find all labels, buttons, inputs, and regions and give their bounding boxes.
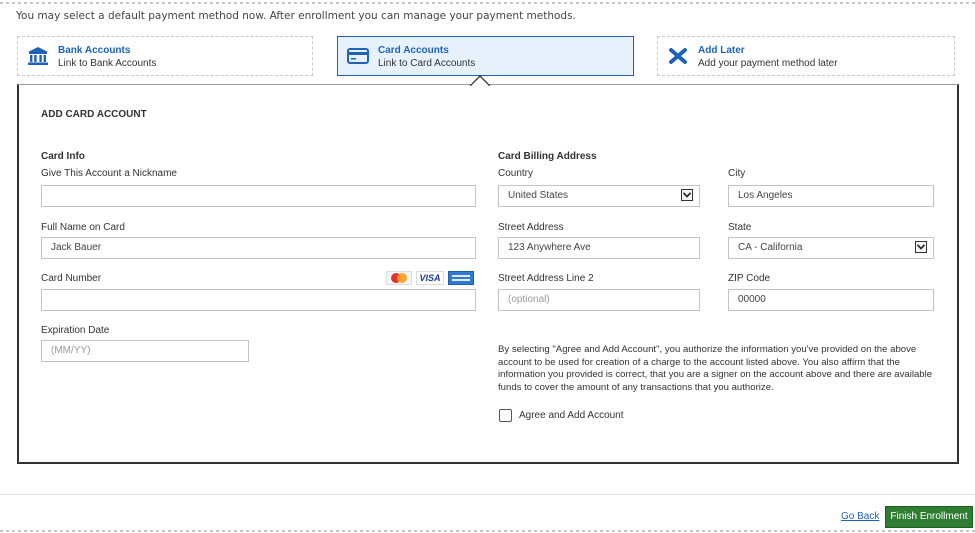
option-add-later[interactable]: Add Later Add your payment method later <box>657 36 955 76</box>
street2-input[interactable]: (optional) <box>498 289 700 311</box>
bank-icon <box>27 46 49 66</box>
zip-label: ZIP Code <box>728 273 771 284</box>
footer-divider <box>0 494 975 495</box>
cardnumber-label: Card Number <box>41 273 102 284</box>
street2-label: Street Address Line 2 <box>498 273 594 284</box>
close-x-icon <box>667 46 689 66</box>
nickname-label: Give This Account a Nickname <box>41 168 177 179</box>
state-select[interactable]: CA - California <box>728 237 934 259</box>
expiration-input[interactable]: (MM/YY) <box>41 340 249 362</box>
mastercard-icon <box>386 271 412 285</box>
country-label: Country <box>498 168 534 179</box>
option-title: Card Accounts <box>378 45 449 56</box>
state-value: CA - California <box>738 242 803 253</box>
country-select[interactable]: United States <box>498 185 700 207</box>
option-title: Bank Accounts <box>58 45 131 56</box>
option-title: Add Later <box>698 45 745 56</box>
option-subtitle: Add your payment method later <box>698 58 838 69</box>
bottom-dotted-divider <box>0 530 975 532</box>
chevron-down-icon[interactable] <box>681 189 693 201</box>
fullname-input[interactable]: Jack Bauer <box>41 237 476 259</box>
authorization-text: By selecting "Agree and Add Account", yo… <box>498 344 933 393</box>
top-dotted-divider <box>0 2 975 4</box>
chevron-down-icon[interactable] <box>915 241 927 253</box>
country-value: United States <box>508 190 569 201</box>
billing-heading: Card Billing Address <box>498 151 597 162</box>
street-input[interactable]: 123 Anywhere Ave <box>498 237 700 259</box>
card-info-heading: Card Info <box>41 151 85 162</box>
selection-caret <box>470 75 490 86</box>
option-card-accounts[interactable]: Card Accounts Link to Card Accounts <box>337 36 634 76</box>
finish-enrollment-button[interactable]: Finish Enrollment <box>885 506 973 528</box>
section-title: ADD CARD ACCOUNT <box>41 109 147 120</box>
cardnumber-input[interactable] <box>41 289 476 311</box>
intro-text: You may select a default payment method … <box>16 10 576 22</box>
card-icon <box>347 46 369 66</box>
option-subtitle: Link to Card Accounts <box>378 58 476 69</box>
agree-checkbox[interactable] <box>499 409 512 422</box>
option-subtitle: Link to Bank Accounts <box>58 58 157 69</box>
option-bank-accounts[interactable]: Bank Accounts Link to Bank Accounts <box>17 36 313 76</box>
go-back-link[interactable]: Go Back <box>841 511 879 522</box>
add-card-panel: ADD CARD ACCOUNT Card Info Give This Acc… <box>17 84 959 464</box>
zip-input[interactable]: 00000 <box>728 289 934 311</box>
fullname-label: Full Name on Card <box>41 222 125 233</box>
amex-icon <box>448 271 474 285</box>
card-brand-logos: VISA <box>386 271 476 285</box>
nickname-input[interactable] <box>41 185 476 207</box>
expiration-label: Expiration Date <box>41 325 110 336</box>
city-input[interactable]: Los Angeles <box>728 185 934 207</box>
city-label: City <box>728 168 746 179</box>
street-label: Street Address <box>498 222 564 233</box>
visa-icon: VISA <box>416 271 444 285</box>
state-label: State <box>728 222 752 233</box>
agree-label[interactable]: Agree and Add Account <box>519 410 624 421</box>
